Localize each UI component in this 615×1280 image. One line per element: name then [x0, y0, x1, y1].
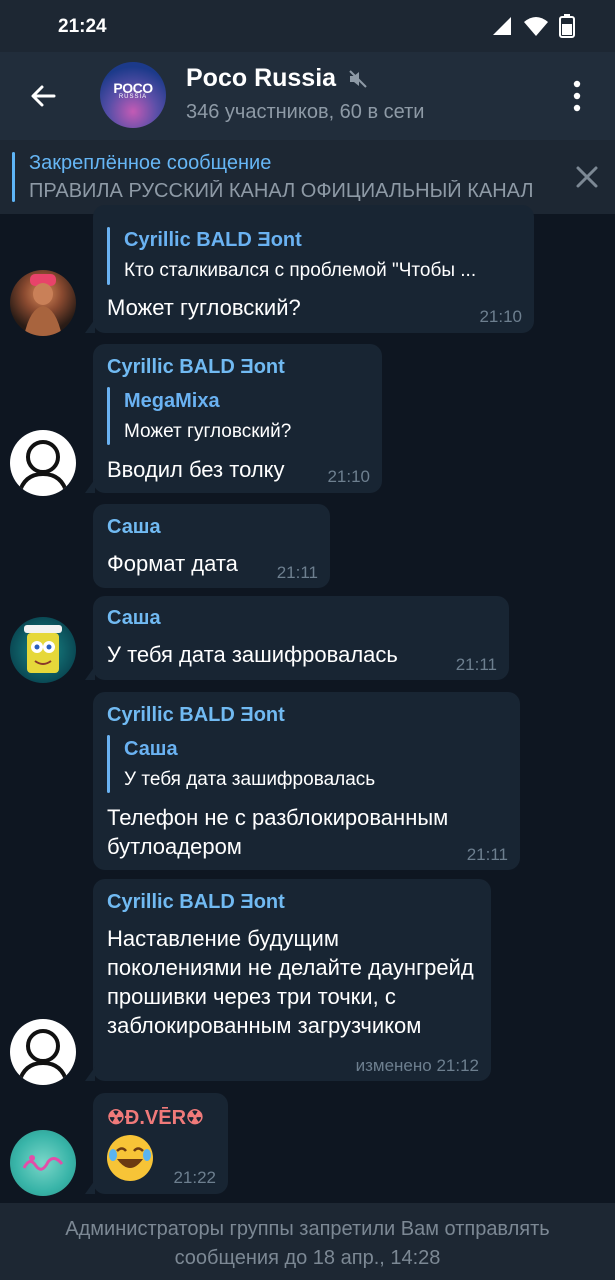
message-bubble[interactable]: Cyrillic BALD Ǝont MegaMixa Может гуглов… — [85, 344, 382, 493]
status-time: 21:24 — [58, 16, 107, 37]
signal-icon — [493, 17, 511, 35]
message-bubble[interactable]: Cyrillic BALD Ǝont Саша У тебя дата заши… — [93, 692, 520, 870]
reply-bar — [107, 735, 110, 793]
channel-avatar[interactable]: POCO RUSSIA — [100, 62, 166, 128]
laughing-emoji-icon — [107, 1135, 153, 1181]
message-time: 21:10 — [479, 307, 522, 326]
message-sender[interactable]: ☢Đ.VĒR☢ — [107, 1105, 204, 1130]
avatar-doodle — [22, 1155, 64, 1171]
message-sender[interactable]: Саша — [107, 607, 161, 630]
avatar[interactable] — [10, 1130, 76, 1196]
default-user-icon — [17, 1029, 69, 1084]
avatar[interactable] — [10, 617, 76, 683]
message-sender[interactable]: Cyrillic BALD Ǝont — [107, 891, 285, 914]
channel-avatar-logo: POCO RUSSIA — [113, 80, 153, 100]
avatar[interactable] — [10, 430, 76, 496]
close-icon[interactable] — [574, 164, 600, 190]
pinned-title: Закреплённое сообщение — [29, 152, 272, 174]
message-bubble[interactable]: Cyrillic BALD Ǝont Наставление будущим п… — [85, 879, 491, 1081]
pinned-message-bar[interactable]: Закреплённое сообщение ПРАВИЛА РУССКИЙ К… — [0, 140, 615, 214]
message-text: Наставление будущим поколениями не делай… — [107, 926, 474, 1038]
reply-bar — [107, 227, 110, 285]
avatar-figure — [24, 274, 62, 336]
message-time: 21:10 — [327, 467, 370, 486]
channel-subtitle: 346 участников, 60 в сети — [186, 101, 425, 123]
reply-text: Может гугловский? — [124, 421, 292, 442]
bottom-notice-bar: Администраторы группы запретили Вам отпр… — [0, 1203, 615, 1280]
battery-icon — [559, 14, 575, 38]
avatar[interactable] — [10, 1019, 76, 1085]
message-time: 21:11 — [455, 655, 497, 674]
message-time: 21:11 — [276, 563, 318, 582]
more-options-icon[interactable] — [562, 78, 592, 114]
reply-sender: Саша — [124, 738, 178, 760]
message-text: Вводил без толку — [107, 457, 285, 482]
reply-sender: MegaMixa — [124, 390, 220, 412]
channel-title[interactable]: Poco Russia — [186, 64, 336, 93]
status-bar: 21:24 — [0, 0, 615, 52]
mute-icon — [349, 70, 367, 88]
reply-text: У тебя дата зашифровалась — [124, 769, 376, 790]
reply-sender: Cyrillic BALD Ǝont — [124, 229, 302, 251]
message-sender[interactable]: Cyrillic BALD Ǝont — [107, 356, 285, 379]
wifi-icon — [524, 17, 548, 36]
message-text: У тебя дата зашифровалась — [107, 642, 398, 667]
avatar-sponge — [24, 625, 62, 673]
message-time: изменено 21:12 — [355, 1056, 479, 1075]
avatar[interactable] — [10, 270, 76, 336]
message-sender[interactable]: Саша — [107, 516, 161, 539]
message-bubble[interactable]: ☢Đ.VĒR☢ 21:22 — [85, 1093, 228, 1194]
message-bubble[interactable]: Саша У тебя дата зашифровалась 21:11 — [85, 596, 509, 680]
message-text: Формат дата — [107, 551, 238, 576]
message-bubble[interactable]: Саша Формат дата 21:11 — [93, 504, 330, 588]
default-user-icon — [17, 440, 69, 495]
message-sender[interactable]: Cyrillic BALD Ǝont — [107, 704, 285, 727]
message-time: 21:22 — [173, 1168, 216, 1187]
message-text: Телефон не с разблокированным бутлоадеро… — [107, 805, 449, 859]
pinned-accent-bar — [12, 152, 15, 202]
message-time: 21:11 — [466, 845, 508, 864]
message-text: Может гугловский? — [107, 295, 301, 320]
reply-text: Кто сталкивался с проблемой "Чтобы ... — [124, 260, 477, 281]
message-bubble[interactable]: Cyrillic BALD Ǝont Кто сталкивался с про… — [85, 205, 534, 333]
back-arrow-icon[interactable] — [24, 76, 64, 116]
bottom-notice-text: Администраторы группы запретили Вам отпр… — [65, 1218, 550, 1269]
reply-bar — [107, 387, 110, 445]
status-icons — [491, 14, 575, 38]
pinned-text: ПРАВИЛА РУССКИЙ КАНАЛ ОФИЦИАЛЬНЫЙ КАНАЛ — [29, 180, 534, 202]
chat-header: POCO RUSSIA Poco Russia 346 участников, … — [0, 52, 615, 140]
